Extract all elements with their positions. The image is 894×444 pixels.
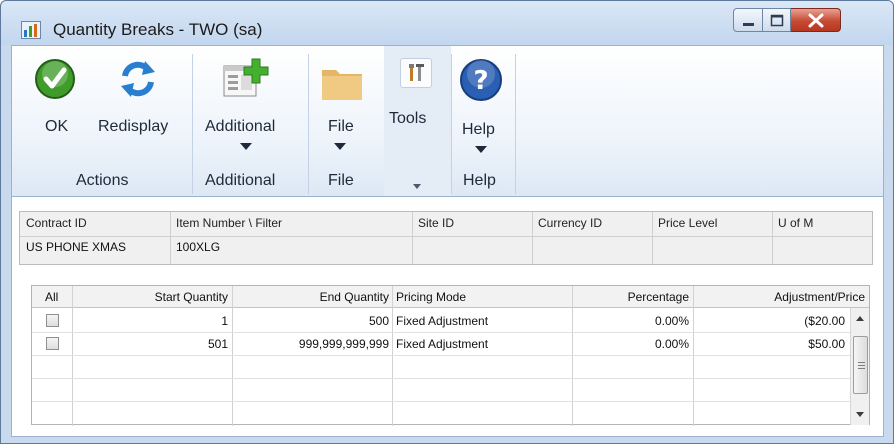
file-group-label: File bbox=[328, 172, 354, 189]
adjustment-price-cell[interactable]: $50.00 bbox=[697, 337, 845, 351]
help-dropdown-arrow-icon[interactable] bbox=[475, 146, 487, 153]
redisplay-button[interactable]: Redisplay bbox=[98, 118, 168, 136]
scroll-thumb[interactable] bbox=[853, 336, 868, 394]
contract-id-value: US PHONE XMAS bbox=[26, 240, 127, 254]
folder-icon[interactable] bbox=[320, 62, 364, 105]
close-button[interactable] bbox=[791, 8, 841, 32]
app-chart-icon bbox=[21, 21, 41, 39]
close-icon bbox=[808, 13, 824, 28]
grid-column-line bbox=[392, 286, 393, 426]
tools-icon[interactable] bbox=[400, 58, 432, 88]
all-column-header[interactable]: All bbox=[45, 290, 58, 304]
ribbon: OK Redisplay Actions Additional Addition… bbox=[11, 45, 884, 197]
maximize-button[interactable] bbox=[763, 8, 791, 32]
panel-column-line bbox=[532, 212, 533, 264]
start-quantity-cell[interactable]: 1 bbox=[76, 314, 228, 328]
ribbon-separator bbox=[308, 54, 309, 194]
title-bar: Quantity Breaks - TWO (sa) bbox=[1, 1, 893, 45]
vertical-scrollbar[interactable] bbox=[850, 308, 869, 425]
adjustment-price-header[interactable]: Adjustment/Price bbox=[697, 290, 865, 304]
end-quantity-header[interactable]: End Quantity bbox=[236, 290, 389, 304]
grid-column-line bbox=[693, 286, 694, 426]
adjustment-price-cell[interactable]: ($20.00 bbox=[697, 314, 845, 328]
row-checkbox[interactable] bbox=[46, 314, 59, 327]
percentage-cell[interactable]: 0.00% bbox=[576, 314, 689, 328]
maximize-icon bbox=[770, 14, 784, 27]
currency-id-header: Currency ID bbox=[538, 216, 603, 230]
refresh-icon[interactable] bbox=[117, 58, 159, 103]
grid-row-line bbox=[32, 332, 850, 333]
panel-column-line bbox=[772, 212, 773, 264]
panel-divider bbox=[20, 236, 872, 237]
question-circle-icon[interactable]: ? bbox=[459, 58, 503, 105]
grid-column-line bbox=[72, 286, 73, 426]
actions-group-label: Actions bbox=[76, 172, 129, 189]
panel-column-line bbox=[170, 212, 171, 264]
grid-row-line bbox=[32, 355, 850, 356]
panel-column-line bbox=[412, 212, 413, 264]
grid-row-line bbox=[32, 401, 850, 402]
contract-id-header: Contract ID bbox=[26, 216, 87, 230]
percentage-header[interactable]: Percentage bbox=[576, 290, 689, 304]
file-dropdown-arrow-icon[interactable] bbox=[334, 143, 346, 150]
ok-check-icon[interactable] bbox=[34, 58, 76, 103]
window-title: Quantity Breaks - TWO (sa) bbox=[53, 20, 263, 39]
pricing-mode-cell[interactable]: Fixed Adjustment bbox=[396, 337, 488, 351]
file-button[interactable]: File bbox=[328, 118, 354, 136]
minimize-icon bbox=[743, 23, 754, 26]
quantity-breaks-grid: All Start Quantity End Quantity Pricing … bbox=[31, 285, 870, 426]
header-info-panel: Contract ID Item Number \ Filter Site ID… bbox=[19, 211, 873, 265]
additional-button[interactable]: Additional bbox=[205, 118, 275, 136]
grip-icon bbox=[858, 362, 865, 369]
ok-button[interactable]: OK bbox=[45, 118, 68, 136]
minimize-button[interactable] bbox=[733, 8, 763, 32]
percentage-cell[interactable]: 0.00% bbox=[576, 337, 689, 351]
item-number-filter-header: Item Number \ Filter bbox=[176, 216, 283, 230]
price-level-header: Price Level bbox=[658, 216, 718, 230]
ribbon-separator bbox=[192, 54, 193, 194]
additional-group-label: Additional bbox=[205, 172, 276, 189]
grid-row-line bbox=[32, 378, 850, 379]
window-add-icon[interactable] bbox=[222, 56, 270, 103]
help-group-label: Help bbox=[463, 172, 496, 189]
additional-dropdown-arrow-icon[interactable] bbox=[240, 143, 252, 150]
ribbon-separator bbox=[515, 54, 516, 194]
u-of-m-header: U of M bbox=[778, 216, 814, 230]
end-quantity-cell[interactable]: 500 bbox=[236, 314, 389, 328]
pricing-mode-cell[interactable]: Fixed Adjustment bbox=[396, 314, 488, 328]
tools-button[interactable]: Tools bbox=[389, 110, 426, 128]
item-number-value: 100XLG bbox=[176, 240, 221, 254]
site-id-header: Site ID bbox=[418, 216, 455, 230]
grid-column-line bbox=[572, 286, 573, 426]
svg-text:?: ? bbox=[473, 66, 488, 96]
pricing-mode-header[interactable]: Pricing Mode bbox=[396, 290, 466, 304]
start-quantity-cell[interactable]: 501 bbox=[76, 337, 228, 351]
start-quantity-header[interactable]: Start Quantity bbox=[76, 290, 228, 304]
ribbon-separator bbox=[451, 54, 452, 194]
quantity-breaks-window: Quantity Breaks - TWO (sa) OK Redisplay … bbox=[0, 0, 894, 444]
tools-dropdown-arrow-icon[interactable] bbox=[413, 184, 421, 189]
scroll-down-arrow-icon[interactable] bbox=[856, 412, 864, 417]
scroll-up-arrow-icon[interactable] bbox=[856, 316, 864, 321]
grid-column-line bbox=[232, 286, 233, 426]
row-checkbox[interactable] bbox=[46, 337, 59, 350]
end-quantity-cell[interactable]: 999,999,999,999 bbox=[236, 337, 389, 351]
help-button[interactable]: Help bbox=[462, 121, 495, 139]
panel-column-line bbox=[652, 212, 653, 264]
